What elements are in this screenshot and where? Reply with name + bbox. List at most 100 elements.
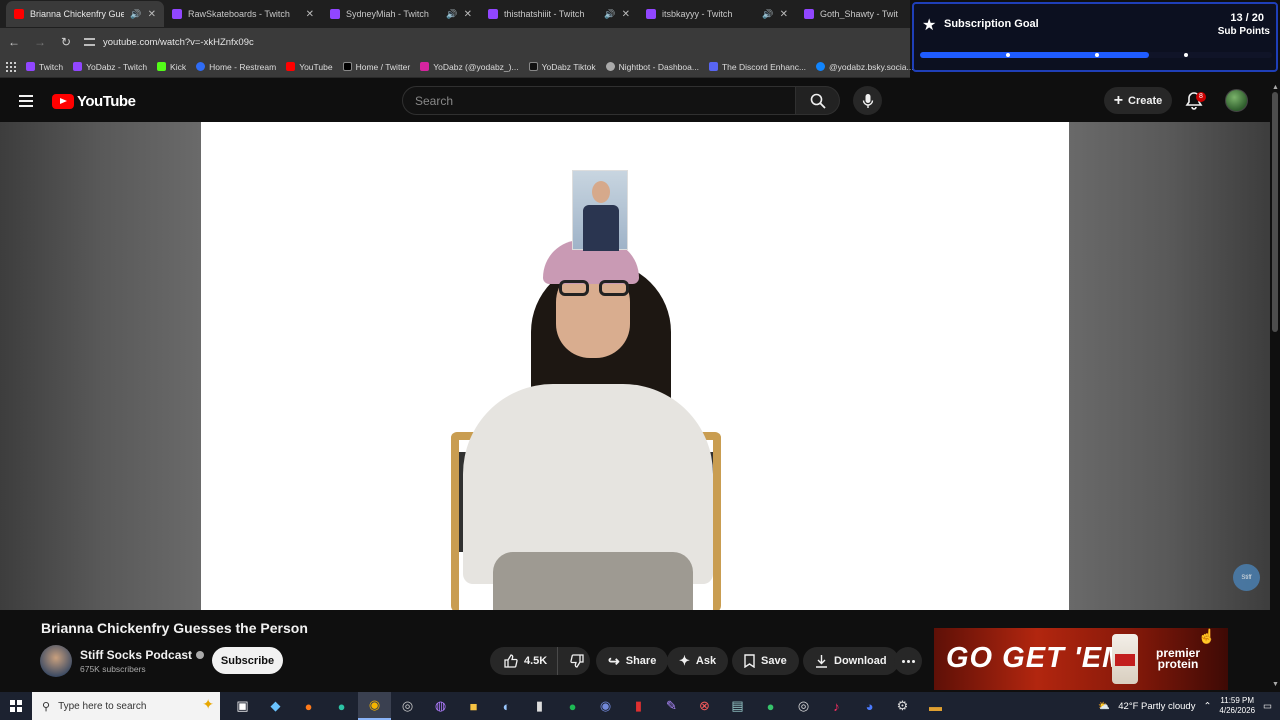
notification-center-icon[interactable]: ▭ bbox=[1263, 701, 1272, 712]
weather-icon[interactable]: ⛅ bbox=[1098, 701, 1110, 712]
scroll-up-icon[interactable]: ▲ bbox=[1272, 84, 1279, 91]
clock[interactable]: 11:59 PM 4/26/2026 bbox=[1219, 696, 1255, 716]
chrome-icon[interactable]: ◉ bbox=[358, 692, 391, 720]
app-icon[interactable]: ◎ bbox=[391, 692, 424, 720]
tab-goth-shawty[interactable]: Goth_Shawty - Twitch bbox=[796, 1, 906, 27]
save-button[interactable]: Save bbox=[732, 647, 799, 675]
bookmark-instagram[interactable]: YoDabz (@yodabz_)... bbox=[420, 62, 519, 72]
bookmark-twitter[interactable]: Home / Twitter bbox=[342, 61, 411, 72]
close-tab-icon[interactable]: ✕ bbox=[464, 9, 472, 20]
channel-watermark[interactable]: Stiff bbox=[1233, 564, 1260, 591]
x-icon bbox=[342, 62, 352, 71]
menu-icon[interactable] bbox=[19, 95, 33, 107]
ask-button[interactable]: ✦ Ask bbox=[667, 647, 729, 675]
search-placeholder: Search bbox=[415, 93, 454, 108]
bookmark-yodabz-twitch[interactable]: YoDabz - Twitch bbox=[73, 62, 147, 72]
app-icon[interactable]: ◍ bbox=[424, 692, 457, 720]
speaker-icon[interactable]: 🔊 bbox=[130, 9, 141, 20]
speaker-icon[interactable]: 🔊 bbox=[446, 9, 457, 20]
channel-name[interactable]: Stiff Socks Podcast bbox=[80, 648, 205, 662]
youtube-icon bbox=[286, 62, 296, 71]
bookmark-discord[interactable]: The Discord Enhanc... bbox=[708, 62, 806, 72]
scroll-down-icon[interactable]: ▼ bbox=[1272, 681, 1279, 688]
more-actions-button[interactable] bbox=[894, 647, 922, 675]
create-button[interactable]: + Create bbox=[1104, 87, 1172, 114]
channel-avatar[interactable] bbox=[40, 645, 72, 677]
bookmark-label: Home / Twitter bbox=[355, 61, 411, 72]
tab-title: itsbkayyy - Twitch bbox=[662, 9, 733, 19]
taskbar-search-input[interactable]: ⚲ Type here to search ✦ bbox=[32, 692, 220, 720]
tab-sydneymiah[interactable]: SydneyMiah - Twitch 🔊 ✕ bbox=[322, 1, 480, 27]
hand-cursor-icon: ☝ bbox=[1198, 628, 1216, 644]
close-tab-icon[interactable]: ✕ bbox=[148, 9, 156, 20]
goal-marker bbox=[1184, 53, 1188, 57]
account-avatar[interactable] bbox=[1225, 89, 1248, 112]
sparkle-icon: ✦ bbox=[679, 653, 690, 668]
bookmark-kick[interactable]: Kick bbox=[157, 62, 186, 72]
tab-itsbkayyy[interactable]: itsbkayyy - Twitch 🔊 ✕ bbox=[638, 1, 796, 27]
bookmark-youtube[interactable]: YouTube bbox=[286, 62, 333, 72]
spotify-icon[interactable]: ● bbox=[556, 692, 589, 720]
bookmark-twitch[interactable]: Twitch bbox=[26, 62, 63, 72]
app-icon[interactable]: ◕ bbox=[853, 692, 886, 720]
share-button[interactable]: ↪ Share bbox=[596, 647, 669, 675]
ad-banner[interactable]: GO GET 'EM premier protein bbox=[934, 628, 1228, 690]
bookmark-restream[interactable]: Home - Restream bbox=[196, 62, 276, 72]
pen-icon[interactable]: ✎ bbox=[655, 692, 688, 720]
search-input[interactable]: Search bbox=[402, 86, 796, 115]
settings-gear-icon[interactable]: ⚙ bbox=[886, 692, 919, 720]
bookmark-nightbot[interactable]: Nightbot - Dashboa... bbox=[605, 62, 699, 72]
back-arrow-icon[interactable]: ← bbox=[6, 35, 22, 49]
scrollbar-thumb[interactable] bbox=[1272, 92, 1278, 332]
ad-slogan: GO GET 'EM bbox=[946, 642, 1128, 674]
weather-text[interactable]: 42°F Partly cloudy bbox=[1118, 701, 1195, 712]
video-player[interactable] bbox=[201, 122, 1069, 610]
page-scrollbar[interactable]: ▲ ▼ bbox=[1270, 80, 1280, 690]
edge-icon[interactable]: ● bbox=[325, 692, 358, 720]
app-icon[interactable]: ▮ bbox=[622, 692, 655, 720]
download-button[interactable]: Download bbox=[803, 647, 899, 675]
chevron-up-icon[interactable]: ⌃ bbox=[1203, 701, 1211, 712]
reload-icon[interactable]: ↻ bbox=[58, 35, 74, 49]
url-field[interactable]: youtube.com/watch?v=-xkHZnfx09c bbox=[84, 37, 254, 48]
dislike-button[interactable] bbox=[564, 647, 590, 675]
close-tab-icon[interactable]: ✕ bbox=[306, 9, 314, 20]
bookmark-tiktok[interactable]: YoDabz Tiktok bbox=[528, 62, 596, 72]
close-tab-icon[interactable]: ✕ bbox=[780, 9, 788, 20]
app-icon[interactable]: ▤ bbox=[721, 692, 754, 720]
file-explorer-icon[interactable]: ■ bbox=[457, 692, 490, 720]
subscribe-button[interactable]: Subscribe bbox=[212, 647, 283, 674]
like-button[interactable]: 4.5K bbox=[490, 647, 559, 675]
start-button[interactable] bbox=[0, 692, 32, 720]
task-view-icon[interactable]: ▣ bbox=[226, 692, 259, 720]
speaker-icon[interactable]: 🔊 bbox=[762, 9, 773, 20]
epic-games-icon[interactable]: ▮ bbox=[523, 692, 556, 720]
tab-thisthatshiiit[interactable]: thisthatshiiit - Twitch 🔊 ✕ bbox=[480, 1, 638, 27]
speaker-icon[interactable]: 🔊 bbox=[604, 9, 615, 20]
firefox-icon[interactable]: ● bbox=[292, 692, 325, 720]
copilot-icon[interactable]: ◆ bbox=[259, 692, 292, 720]
bookmark-bluesky[interactable]: @yodabz.bsky.socia... bbox=[816, 62, 914, 72]
obs-icon[interactable]: ◎ bbox=[787, 692, 820, 720]
discord-icon[interactable]: ◉ bbox=[589, 692, 622, 720]
apps-grid-icon[interactable] bbox=[6, 61, 16, 72]
address-bar: ← → ↻ youtube.com/watch?v=-xkHZnfx09c bbox=[0, 28, 910, 56]
windows-logo-icon bbox=[10, 700, 22, 712]
app-icon[interactable]: ● bbox=[754, 692, 787, 720]
app-icon[interactable]: ⊗ bbox=[688, 692, 721, 720]
youtube-favicon-icon bbox=[14, 9, 24, 19]
site-info-icon[interactable] bbox=[84, 38, 95, 46]
youtube-logo[interactable]: YouTube bbox=[52, 93, 136, 110]
tiktok-icon[interactable]: ♪ bbox=[820, 692, 853, 720]
voice-search-button[interactable] bbox=[853, 86, 882, 115]
close-tab-icon[interactable]: ✕ bbox=[622, 9, 630, 20]
download-icon bbox=[816, 655, 827, 668]
search-button[interactable] bbox=[796, 86, 840, 115]
tab-youtube[interactable]: Brianna Chickenfry Guesses 🔊 ✕ bbox=[6, 1, 164, 27]
protein-bottle-image bbox=[1112, 634, 1138, 684]
tab-rawskateboards[interactable]: RawSkateboards - Twitch ✕ bbox=[164, 1, 322, 27]
app-icon[interactable]: ▬ bbox=[919, 692, 952, 720]
verified-icon bbox=[196, 651, 205, 659]
steam-icon[interactable]: ◐ bbox=[490, 692, 523, 720]
forward-arrow-icon[interactable]: → bbox=[32, 35, 48, 49]
